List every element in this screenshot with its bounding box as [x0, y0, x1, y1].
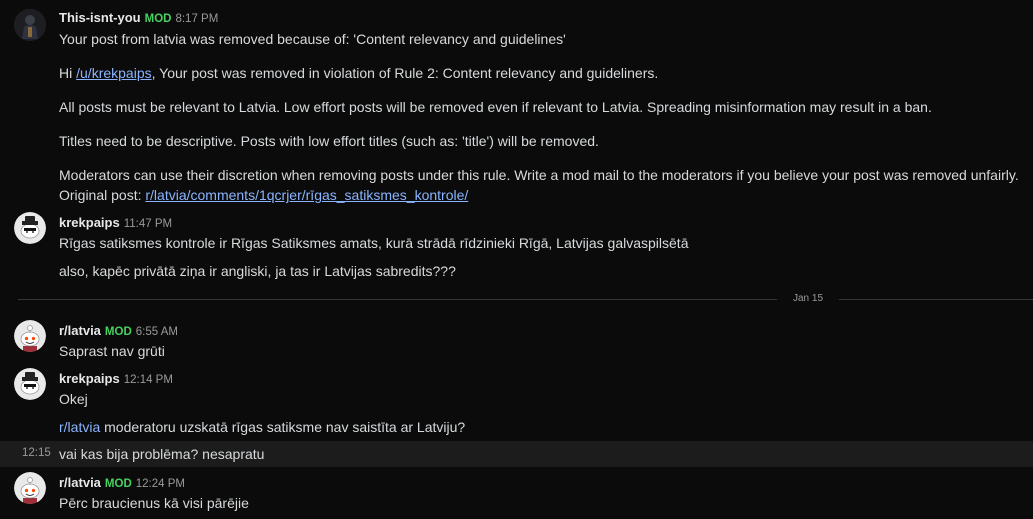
subreddit-link[interactable]: r/latvia: [59, 419, 100, 435]
timestamp: 6:55 AM: [135, 326, 178, 338]
author-name[interactable]: krekpaips: [59, 215, 120, 230]
mod-badge: MOD: [104, 478, 132, 490]
followup-timestamp: 12:15: [22, 447, 51, 459]
author-name[interactable]: r/latvia: [59, 323, 101, 338]
message-text: Saprast nav grūti: [59, 343, 165, 359]
message-text: r/latvia moderatoru uzskatā rīgas satiks…: [59, 419, 465, 435]
message-text: Hi /u/krekpaips, Your post was removed i…: [59, 65, 658, 81]
post-link[interactable]: r/latvia/comments/1qcrjer/rīgas_satiksme…: [145, 187, 468, 203]
timestamp: 8:17 PM: [175, 13, 219, 25]
author-name[interactable]: This-isnt-you: [59, 10, 141, 25]
text-span: Original post:: [59, 187, 146, 203]
author-name[interactable]: r/latvia: [59, 475, 101, 490]
followup-message-row[interactable]: 12:15 vai kas bija problēma? nesapratu: [0, 441, 1033, 467]
avatar-r-latvia[interactable]: [14, 472, 46, 504]
date-divider-line: [18, 299, 1033, 300]
text-span: Hi: [59, 65, 77, 81]
mod-badge: MOD: [104, 326, 132, 338]
message-text: Moderators can use their discretion when…: [59, 167, 1019, 183]
user-link[interactable]: /u/krekpaips: [76, 65, 151, 81]
avatar-r-latvia[interactable]: [14, 320, 46, 352]
mod-badge: MOD: [144, 13, 172, 25]
message-text: vai kas bija problēma? nesapratu: [59, 446, 265, 462]
text-span: moderatoru uzskatā rīgas satiksme nav sa…: [100, 419, 466, 435]
author-name[interactable]: krekpaips: [59, 371, 120, 386]
message-text: Okej: [59, 391, 88, 407]
message-text: also, kapēc privātā ziņa ir angliski, ja…: [59, 263, 456, 279]
message-text: Original post: r/latvia/comments/1qcrjer…: [59, 187, 468, 203]
message-text: Your post from latvia was removed becaus…: [59, 31, 566, 47]
avatar-krekpaips[interactable]: [14, 212, 46, 244]
message-text: Pērc braucienus kā visi pārējie: [59, 495, 249, 511]
timestamp: 11:47 PM: [123, 218, 173, 230]
message-text: All posts must be relevant to Latvia. Lo…: [59, 99, 932, 115]
date-divider-label: Jan 15: [777, 293, 839, 304]
avatar-krekpaips[interactable]: [14, 368, 46, 400]
timestamp: 12:24 PM: [135, 478, 185, 490]
timestamp: 12:14 PM: [123, 374, 173, 386]
text-span: , Your post was removed in violation of …: [151, 65, 659, 81]
message-text: Rīgas satiksmes kontrole ir Rīgas Satiks…: [59, 235, 689, 251]
avatar-this-isnt-you[interactable]: [14, 9, 46, 41]
message-text: Titles need to be descriptive. Posts wit…: [59, 133, 599, 149]
